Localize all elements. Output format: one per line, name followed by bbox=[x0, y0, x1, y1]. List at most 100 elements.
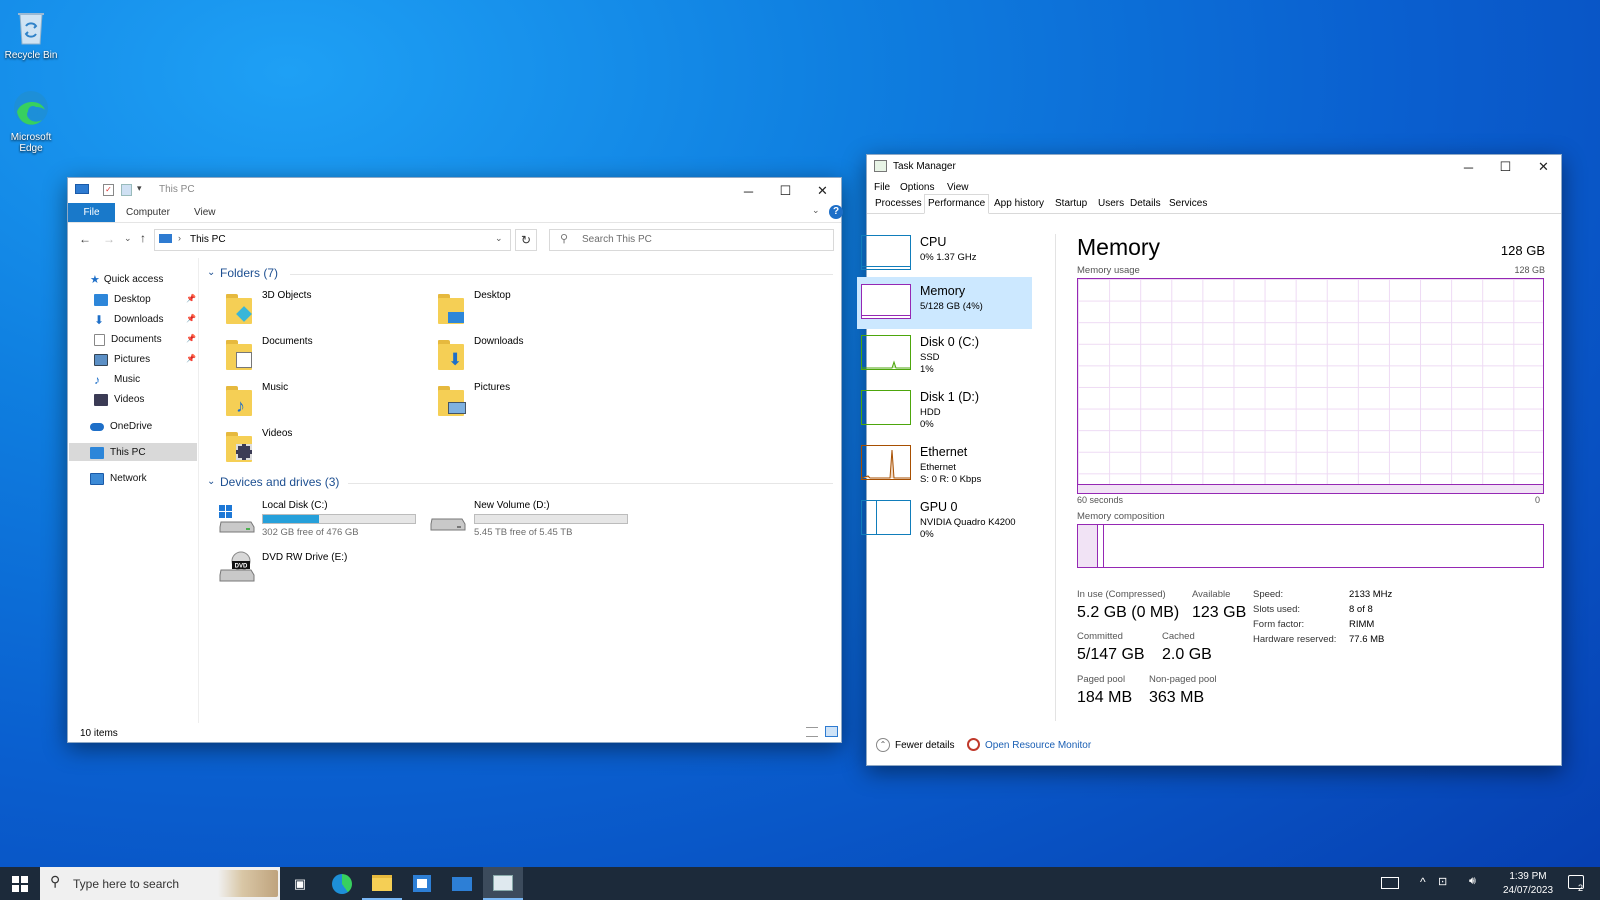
nav-documents[interactable]: Documents bbox=[94, 330, 162, 349]
explorer-close-button[interactable]: ✕ bbox=[804, 178, 841, 204]
drive-c[interactable]: Local Disk (C:) 302 GB free of 476 GB bbox=[262, 500, 416, 538]
drive-d-icon bbox=[430, 515, 466, 533]
task-view-button[interactable]: ▣ bbox=[280, 867, 320, 900]
nav-network[interactable]: Network bbox=[90, 469, 147, 488]
nav-downloads[interactable]: ⬇ Downloads bbox=[94, 310, 163, 329]
drive-d[interactable]: New Volume (D:) 5.45 TB free of 5.45 TB bbox=[474, 500, 628, 538]
back-arrow-icon[interactable]: ← bbox=[79, 232, 91, 246]
drives-group-header[interactable]: Devices and drives (3) bbox=[220, 475, 339, 489]
nav-quick-access[interactable]: ★ Quick access bbox=[90, 270, 163, 289]
nav-videos[interactable]: Videos bbox=[94, 390, 144, 409]
nav-music-label: Music bbox=[114, 374, 141, 385]
folder-music[interactable]: ♪ Music bbox=[224, 382, 288, 418]
folder-documents[interactable]: Documents bbox=[224, 336, 313, 372]
search-input[interactable]: Search This PC bbox=[582, 234, 652, 245]
taskbar-search-input[interactable]: Type here to search bbox=[73, 877, 179, 891]
refresh-button[interactable]: ↻ bbox=[515, 229, 537, 251]
taskbar-taskmanager-button[interactable] bbox=[483, 867, 523, 900]
open-resource-monitor-link[interactable]: Open Resource Monitor bbox=[985, 740, 1091, 751]
start-button[interactable] bbox=[0, 867, 40, 900]
tab-app-history[interactable]: App history bbox=[991, 196, 1047, 213]
tab-processes[interactable]: Processes bbox=[872, 196, 925, 213]
explorer-minimize-button[interactable]: ─ bbox=[730, 178, 767, 204]
drive-e[interactable]: DVD RW Drive (E:) bbox=[262, 552, 347, 563]
large-icons-view-icon[interactable] bbox=[825, 726, 838, 737]
explorer-status-text: 10 items bbox=[80, 728, 118, 739]
folder-downloads[interactable]: ⬇ Downloads bbox=[436, 336, 523, 372]
tab-users[interactable]: Users bbox=[1095, 196, 1127, 213]
taskbar-edge-button[interactable] bbox=[322, 867, 362, 900]
recent-locations-icon[interactable]: ⌄ bbox=[124, 233, 132, 244]
side-disk1[interactable]: Disk 1 (D:) HDD 0% bbox=[857, 383, 1032, 435]
side-ethernet[interactable]: Ethernet Ethernet S: 0 R: 0 Kbps bbox=[857, 438, 1032, 490]
taskbar-explorer-button[interactable] bbox=[362, 867, 402, 900]
folder-videos[interactable]: Videos bbox=[224, 428, 292, 464]
taskmanager-close-button[interactable]: ✕ bbox=[1525, 154, 1562, 180]
volume-tray-icon[interactable]: 🔊︎ bbox=[1469, 875, 1476, 888]
side-memory-selected[interactable]: Memory 5/128 GB (4%) bbox=[857, 277, 1032, 329]
menu-view[interactable]: View bbox=[947, 182, 969, 193]
keyboard-icon[interactable] bbox=[1381, 877, 1399, 889]
slots-value: 8 of 8 bbox=[1349, 604, 1373, 615]
ribbon-tab-file[interactable]: File bbox=[68, 203, 115, 222]
nav-desktop[interactable]: Desktop bbox=[94, 290, 151, 309]
folders-header-rule bbox=[290, 274, 833, 275]
taskbar-store-button[interactable] bbox=[402, 867, 442, 900]
tab-startup[interactable]: Startup bbox=[1052, 196, 1090, 213]
fewer-details-button[interactable]: Fewer details bbox=[895, 740, 954, 751]
customize-quick-access-icon[interactable]: ▾ bbox=[137, 183, 142, 194]
nav-music[interactable]: ♪ Music bbox=[94, 370, 140, 389]
details-view-icon[interactable] bbox=[806, 727, 818, 737]
memory-usage-fill bbox=[1078, 484, 1543, 493]
clock-date[interactable]: 24/07/2023 bbox=[1493, 885, 1563, 896]
tab-details[interactable]: Details bbox=[1127, 196, 1164, 213]
network-tray-icon[interactable]: ⊡ bbox=[1438, 875, 1447, 888]
ribbon-tab-computer[interactable]: Computer bbox=[126, 207, 170, 218]
folder-pictures[interactable]: Pictures bbox=[436, 382, 510, 418]
tab-services[interactable]: Services bbox=[1166, 196, 1210, 213]
address-dropdown-icon[interactable]: ⌄ bbox=[495, 233, 503, 244]
available-label: Available bbox=[1192, 589, 1231, 600]
menu-options[interactable]: Options bbox=[900, 182, 934, 193]
side-gpu[interactable]: GPU 0 NVIDIA Quadro K4200 0% bbox=[857, 493, 1032, 545]
folder-downloads-label: Downloads bbox=[474, 336, 524, 347]
tab-performance[interactable]: Performance bbox=[924, 194, 990, 214]
new-folder-icon[interactable] bbox=[121, 184, 132, 196]
nav-this-pc[interactable]: This PC bbox=[90, 443, 146, 462]
expand-ribbon-icon[interactable]: ⌄ bbox=[812, 205, 820, 216]
disk0-thumbnail bbox=[861, 335, 911, 370]
up-arrow-icon[interactable]: ↑ bbox=[140, 231, 146, 245]
side-cpu[interactable]: CPU 0% 1.37 GHz bbox=[857, 228, 1032, 280]
explorer-maximize-button[interactable]: ☐ bbox=[767, 178, 804, 204]
show-hidden-icons-icon[interactable]: ^ bbox=[1420, 875, 1426, 889]
recycle-bin-desktop-icon[interactable]: Recycle Bin bbox=[0, 6, 62, 61]
folders-group-header[interactable]: Folders (7) bbox=[220, 266, 278, 280]
nav-pictures[interactable]: Pictures bbox=[94, 350, 150, 369]
nav-documents-label: Documents bbox=[111, 334, 162, 345]
folder-icon bbox=[372, 874, 392, 891]
clock-time[interactable]: 1:39 PM bbox=[1493, 871, 1563, 882]
paged-pool-value: 184 MB bbox=[1077, 689, 1133, 706]
menu-file[interactable]: File bbox=[874, 182, 890, 193]
side-disk0[interactable]: Disk 0 (C:) SSD 1% bbox=[857, 328, 1032, 380]
folders-chevron-icon[interactable]: ⌄ bbox=[207, 267, 215, 278]
breadcrumb-chevron-icon: › bbox=[178, 233, 181, 243]
memory-thumbnail bbox=[861, 284, 911, 319]
memory-usage-graph bbox=[1077, 278, 1544, 494]
available-value: 123 GB bbox=[1192, 604, 1247, 621]
edge-desktop-icon[interactable]: Microsoft Edge bbox=[0, 88, 62, 154]
taskmanager-minimize-button[interactable]: ─ bbox=[1450, 154, 1487, 180]
folder-desktop[interactable]: Desktop bbox=[436, 290, 511, 326]
taskmanager-maximize-button[interactable]: ☐ bbox=[1487, 154, 1524, 180]
properties-icon[interactable]: ✓ bbox=[103, 184, 114, 196]
taskbar-mail-button[interactable] bbox=[442, 867, 482, 900]
fewer-details-icon[interactable]: ⌃ bbox=[876, 738, 890, 752]
nav-desktop-label: Desktop bbox=[114, 294, 151, 305]
nav-onedrive[interactable]: OneDrive bbox=[90, 417, 152, 436]
ribbon-tab-view[interactable]: View bbox=[194, 207, 216, 218]
drives-chevron-icon[interactable]: ⌄ bbox=[207, 476, 215, 487]
forward-arrow-icon[interactable]: → bbox=[103, 232, 115, 246]
videos-icon bbox=[94, 393, 108, 406]
folder-3d-objects[interactable]: 3D Objects bbox=[224, 290, 311, 326]
help-icon[interactable]: ? bbox=[829, 205, 843, 219]
